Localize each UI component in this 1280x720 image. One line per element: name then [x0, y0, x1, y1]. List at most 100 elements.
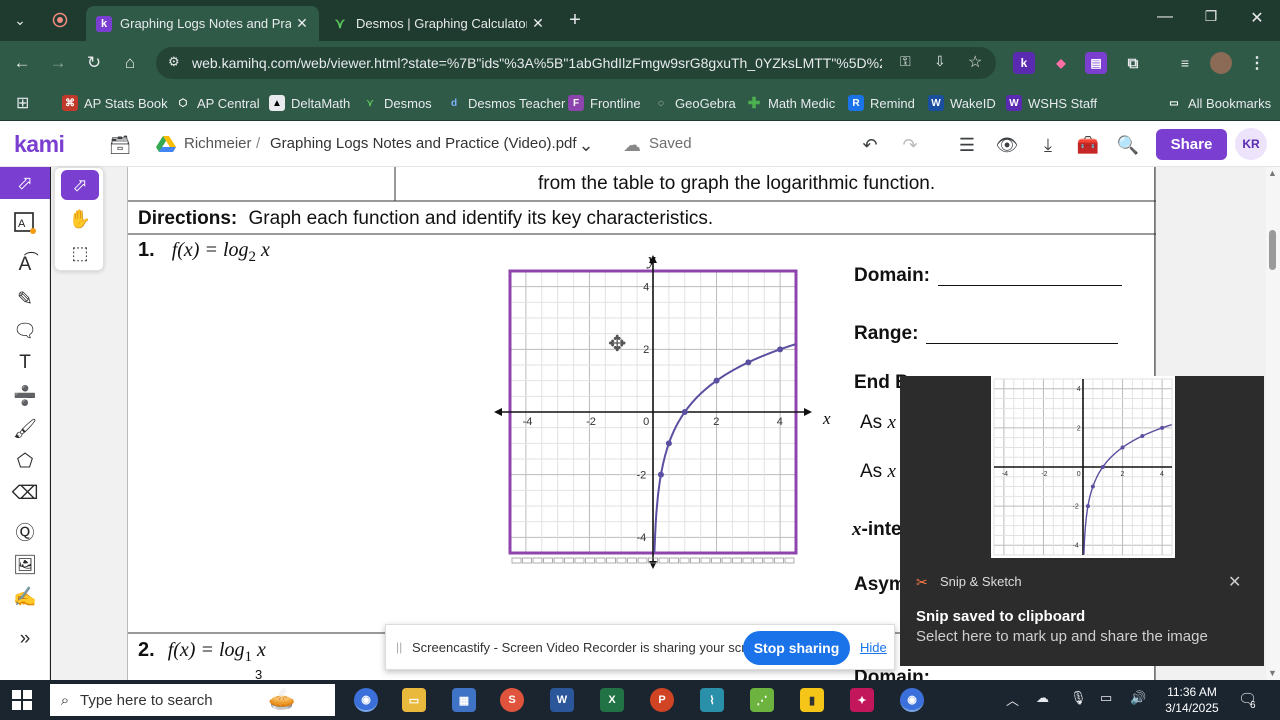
window-close-icon[interactable]: ✕: [1242, 8, 1272, 28]
breadcrumb-folder[interactable]: Richmeier: [184, 135, 252, 152]
word-app-icon[interactable]: W: [550, 688, 574, 712]
bookmark-desmos-teacher[interactable]: d Desmos Teacher: [446, 93, 565, 113]
text-to-speech-icon[interactable]: A͡: [10, 251, 40, 279]
close-icon[interactable]: ✕: [527, 15, 549, 32]
text-recognition-icon[interactable]: A: [10, 209, 40, 237]
install-icon[interactable]: ⇩: [934, 53, 946, 70]
bookmark-wshs-staff[interactable]: W WSHS Staff: [1006, 93, 1097, 113]
view-eye-icon[interactable]: 👁: [995, 133, 1019, 157]
eraser-icon[interactable]: ⌫: [10, 479, 40, 507]
reload-icon[interactable]: ↻: [82, 51, 106, 75]
drawing-icon[interactable]: 🖌: [10, 415, 40, 443]
bookmark-ap-central[interactable]: ⬡ AP Central: [175, 93, 260, 113]
chevron-down-icon[interactable]: ⌄: [574, 133, 598, 157]
screencast-record-icon[interactable]: [48, 8, 72, 32]
expand-toolbar-icon[interactable]: »: [10, 625, 40, 653]
chrome-app-icon[interactable]: ◉: [354, 688, 378, 712]
highlighter-icon[interactable]: ✎: [10, 285, 40, 313]
close-icon[interactable]: ✕: [1228, 572, 1241, 592]
tab-search-chevron-icon[interactable]: ⌄: [8, 8, 32, 32]
taskbar-search[interactable]: ⌕ Type here to search 🥧: [50, 684, 335, 716]
stop-sharing-button[interactable]: Stop sharing: [743, 631, 850, 665]
chrome-app-icon-2[interactable]: ◉: [900, 688, 924, 712]
bookmark-deltamath[interactable]: ▲ DeltaMath: [269, 93, 350, 113]
microphone-icon[interactable]: 🎙: [1070, 690, 1087, 706]
excel-app-icon[interactable]: X: [600, 688, 624, 712]
bookmark-geogebra[interactable]: ◌ GeoGebra: [653, 93, 736, 113]
media-control-icon[interactable]: ≡: [1174, 52, 1196, 74]
drag-handle-icon[interactable]: ||: [396, 640, 402, 654]
scrollbar-thumb[interactable]: [1269, 230, 1276, 270]
minimize-icon[interactable]: —: [1150, 8, 1180, 26]
image-tool-icon[interactable]: 🖼: [10, 551, 40, 579]
domain-blank[interactable]: [938, 285, 1122, 286]
bookmark-star-icon[interactable]: ☆: [968, 52, 982, 72]
all-bookmarks-folder[interactable]: ▭ All Bookmarks: [1166, 93, 1271, 113]
key-icon[interactable]: ⚿: [900, 53, 911, 70]
restore-icon[interactable]: ❐: [1196, 8, 1226, 25]
file-explorer-icon[interactable]: ▭: [402, 688, 426, 712]
new-tab-icon[interactable]: +: [563, 8, 587, 32]
hand-pan-icon[interactable]: ✋: [61, 204, 99, 234]
site-info-icon[interactable]: ⚙: [168, 54, 180, 70]
search-icon[interactable]: 🔍: [1116, 133, 1140, 157]
bookmark-desmos[interactable]: ⋎ Desmos: [362, 93, 431, 113]
snip-notification[interactable]: -4 -2 0 2 4 4 2 -2 -4 ✂ Snip & Sketch ✕ Snip sav…: [900, 376, 1264, 666]
document-outline-icon[interactable]: ☰: [955, 133, 979, 157]
apps-grid-icon[interactable]: ⊞: [16, 93, 29, 113]
screencastify-extension-icon[interactable]: ◆: [1050, 52, 1072, 74]
more-menu-icon[interactable]: ⋮: [1246, 52, 1268, 74]
document-filename[interactable]: Graphing Logs Notes and Practice (Video)…: [270, 135, 577, 152]
shapes-icon[interactable]: ⬠: [10, 447, 40, 475]
app-icon-pink[interactable]: ✦: [850, 688, 874, 712]
hide-link[interactable]: Hide: [860, 640, 887, 655]
bookmark-frontline[interactable]: F Frontline: [568, 93, 641, 113]
signature-icon[interactable]: ✍: [10, 583, 40, 611]
pointer-select-icon[interactable]: ⬀: [61, 170, 99, 200]
powerpoint-app-icon[interactable]: P: [650, 688, 674, 712]
kami-extension-icon[interactable]: k: [1013, 52, 1035, 74]
tab-desmos[interactable]: ⋎ Desmos | Graphing Calculator ✕: [322, 6, 555, 41]
forward-icon[interactable]: →: [46, 51, 70, 75]
share-button[interactable]: Share: [1156, 129, 1227, 160]
archive-icon[interactable]: 🗃: [108, 133, 132, 157]
sticky-notes-icon[interactable]: ▮: [800, 688, 824, 712]
onedrive-icon[interactable]: ☁: [1036, 690, 1049, 706]
download-icon[interactable]: ⤓: [1036, 133, 1060, 157]
extensions-puzzle-icon[interactable]: ⧉: [1122, 52, 1144, 74]
tray-chevron-icon[interactable]: ︿: [1006, 690, 1019, 709]
range-blank[interactable]: [926, 343, 1118, 344]
scroll-down-icon[interactable]: ▼: [1268, 668, 1277, 678]
screencastify-app-icon[interactable]: S: [500, 688, 524, 712]
volume-icon[interactable]: 🔊: [1130, 690, 1146, 706]
select-tool-icon[interactable]: ⬀: [0, 167, 50, 199]
close-icon[interactable]: ✕: [291, 15, 313, 32]
back-icon[interactable]: ←: [10, 51, 34, 75]
kami-logo[interactable]: kami: [14, 131, 65, 158]
home-icon[interactable]: ⌂: [118, 51, 142, 75]
tab-kami[interactable]: k Graphing Logs Notes and Practice ✕: [86, 6, 319, 41]
undo-icon[interactable]: ↶: [858, 133, 882, 157]
comment-icon[interactable]: 🗨: [10, 317, 40, 345]
kami-capture-extension-icon[interactable]: ▤: [1085, 52, 1107, 74]
bookmark-ap-stats-book[interactable]: ⌘ AP Stats Book: [62, 93, 168, 113]
bookmark-wakeid[interactable]: W WakeID: [928, 93, 996, 113]
battery-icon[interactable]: ▭: [1100, 690, 1112, 706]
profile-avatar-icon[interactable]: [1210, 52, 1232, 74]
redo-icon[interactable]: ↷: [898, 133, 922, 157]
taskbar-clock[interactable]: 11:36 AM 3/14/2025: [1160, 684, 1224, 716]
app-icon-green[interactable]: ⋰: [750, 688, 774, 712]
ai-assistant-icon[interactable]: Ⓠ: [10, 517, 40, 545]
avatar[interactable]: KR: [1235, 128, 1267, 160]
calculator-app-icon[interactable]: ▦: [452, 688, 476, 712]
text-tool-icon[interactable]: T: [10, 349, 40, 377]
scroll-up-icon[interactable]: ▲: [1268, 168, 1277, 178]
address-bar[interactable]: ⚙ web.kamihq.com/web/viewer.html?state=%…: [156, 47, 996, 79]
bookmark-remind[interactable]: R Remind: [848, 93, 915, 113]
bookmark-math-medic[interactable]: ✚ Math Medic: [746, 93, 836, 113]
area-select-icon[interactable]: ⬚: [61, 238, 99, 268]
toolbox-icon[interactable]: 🧰: [1076, 133, 1100, 157]
app-icon-teal[interactable]: ⌇: [700, 688, 724, 712]
windows-start-icon[interactable]: [12, 690, 32, 710]
equation-icon[interactable]: ➗: [10, 382, 40, 410]
